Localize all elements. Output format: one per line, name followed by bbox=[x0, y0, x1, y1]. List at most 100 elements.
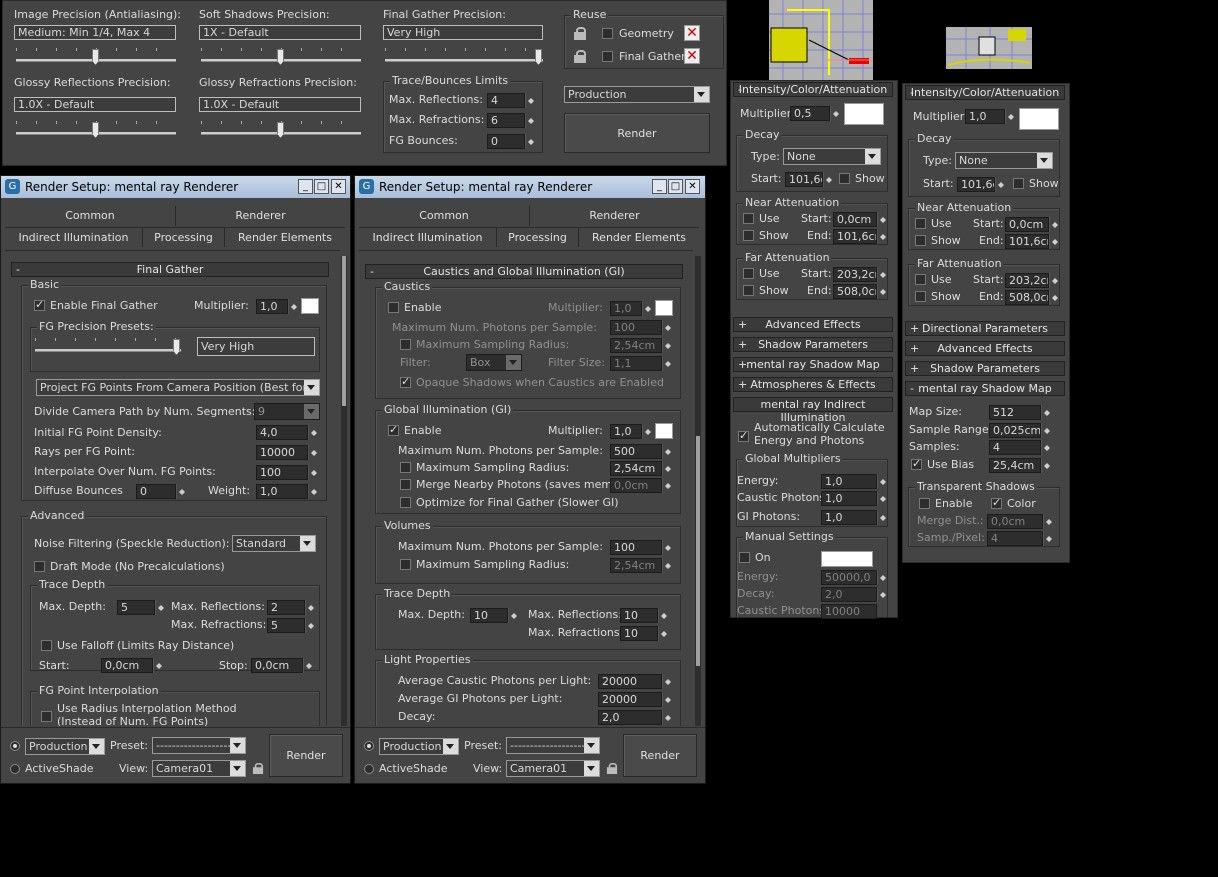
noise-filtering-dropdown[interactable]: Standard bbox=[232, 535, 316, 552]
tab-renderer[interactable]: Renderer bbox=[175, 206, 345, 226]
far-start-field[interactable]: 203,2cm bbox=[833, 267, 877, 282]
close-icon[interactable]: ✕ bbox=[331, 179, 346, 194]
scrollbar[interactable] bbox=[695, 256, 701, 726]
decay-start-field[interactable]: 101,6c bbox=[957, 177, 995, 192]
production-dropdown[interactable]: Production bbox=[379, 738, 459, 755]
intensity-rollout-header[interactable]: - Intensity/Color/Attenuation bbox=[905, 85, 1065, 100]
max-reflections-field[interactable]: 10 bbox=[620, 608, 658, 623]
falloff-start-field[interactable]: 0,0cm bbox=[101, 658, 153, 673]
production-dropdown[interactable]: Production bbox=[25, 738, 105, 755]
transparent-enable-checkbox[interactable] bbox=[919, 498, 930, 509]
tab-indirect-illumination[interactable]: Indirect Illumination bbox=[359, 227, 496, 247]
preset-dropdown[interactable]: ------------------- bbox=[506, 737, 600, 754]
glossy-reflections-field[interactable]: 1.0X - Default bbox=[14, 97, 176, 112]
caustics-color-swatch[interactable] bbox=[655, 300, 673, 316]
merge-photons-checkbox[interactable] bbox=[400, 479, 411, 490]
final-gather-reuse-checkbox[interactable] bbox=[602, 51, 613, 62]
gi-color-swatch[interactable] bbox=[655, 423, 673, 439]
geometry-checkbox[interactable] bbox=[602, 28, 613, 39]
vol-max-radius-field[interactable]: 2,54cm bbox=[610, 558, 662, 573]
close-icon[interactable]: ✕ bbox=[685, 179, 700, 194]
multiplier-field[interactable]: 1,0 bbox=[965, 109, 1005, 124]
fg-presets-field[interactable]: Very High bbox=[197, 337, 315, 356]
near-use-checkbox[interactable] bbox=[915, 218, 926, 229]
use-bias-field[interactable]: 25,4cm bbox=[989, 458, 1041, 473]
radius-interpolation-checkbox[interactable] bbox=[41, 711, 52, 722]
near-end-field[interactable]: 101,6cm bbox=[833, 229, 877, 244]
draft-mode-checkbox[interactable] bbox=[34, 561, 45, 572]
render-button[interactable]: Render bbox=[623, 734, 697, 777]
diffuse-bounces-field[interactable]: 0 bbox=[136, 484, 176, 499]
gi-enable-checkbox[interactable] bbox=[388, 423, 399, 436]
vol-max-radius-checkbox[interactable] bbox=[400, 559, 411, 570]
max-depth-field[interactable]: 10 bbox=[470, 608, 508, 623]
directional-parameters-rollout[interactable]: + Directional Parameters bbox=[905, 321, 1065, 336]
project-fg-dropdown[interactable]: Project FG Points From Camera Position (… bbox=[36, 379, 320, 396]
far-end-field[interactable]: 508,0cm bbox=[833, 284, 877, 299]
production-radio[interactable] bbox=[10, 741, 20, 751]
decay-start-field[interactable]: 101,6c bbox=[785, 172, 823, 187]
soft-shadows-slider[interactable] bbox=[201, 45, 361, 65]
tab-common[interactable]: Common bbox=[359, 206, 529, 226]
map-size-field[interactable]: 512 bbox=[989, 405, 1041, 420]
far-show-checkbox[interactable] bbox=[743, 285, 754, 296]
view-dropdown[interactable]: Camera01 bbox=[506, 760, 600, 777]
light-color-swatch[interactable] bbox=[844, 103, 884, 125]
manual-energy-field[interactable]: 50000,0 bbox=[821, 570, 877, 585]
glossy-reflections-slider[interactable] bbox=[16, 118, 176, 138]
auto-calculate-checkbox[interactable] bbox=[738, 429, 749, 442]
fg-presets-slider[interactable] bbox=[35, 335, 181, 355]
render-button[interactable]: Render bbox=[269, 734, 343, 777]
maximize-icon[interactable]: □ bbox=[668, 179, 683, 194]
activeshade-radio[interactable] bbox=[10, 764, 20, 774]
initial-density-field[interactable]: 4,0 bbox=[256, 425, 308, 440]
caustics-max-radius-field[interactable]: 2,54cm bbox=[610, 338, 662, 353]
glossy-refractions-field[interactable]: 1.0X - Default bbox=[199, 97, 361, 112]
caustic-photons-field[interactable]: 1,0 bbox=[821, 491, 877, 506]
decay-field[interactable]: 2,0 bbox=[598, 710, 662, 725]
caustics-max-radius-checkbox[interactable] bbox=[400, 339, 411, 350]
clear-geometry-cache-icon[interactable]: ✕ bbox=[684, 25, 700, 41]
scrollbar[interactable] bbox=[341, 256, 347, 726]
gi-max-radius-field[interactable]: 2,54cm bbox=[610, 461, 662, 476]
far-end-field[interactable]: 508,0cm bbox=[1005, 290, 1049, 305]
near-show-checkbox[interactable] bbox=[743, 230, 754, 241]
max-depth-field[interactable]: 5 bbox=[117, 600, 155, 615]
max-refractions-field[interactable]: 10 bbox=[620, 626, 658, 641]
use-bias-checkbox[interactable] bbox=[911, 457, 922, 470]
merge-dist-field[interactable]: 0,0cm bbox=[987, 514, 1043, 529]
tab-processing[interactable]: Processing bbox=[142, 227, 224, 247]
caustics-enable-checkbox[interactable] bbox=[388, 302, 399, 313]
activeshade-radio[interactable] bbox=[364, 764, 374, 774]
manual-decay-field[interactable]: 2,0 bbox=[821, 587, 877, 602]
filter-dropdown[interactable]: Box bbox=[466, 354, 522, 371]
mental-ray-shadow-map-rollout[interactable]: - mental ray Shadow Map bbox=[905, 381, 1065, 396]
opaque-shadows-checkbox[interactable] bbox=[400, 375, 411, 388]
fg-multiplier-field[interactable]: 1,0 bbox=[256, 299, 288, 314]
tab-common[interactable]: Common bbox=[5, 206, 175, 226]
gi-photons-field[interactable]: 1,0 bbox=[821, 510, 877, 525]
caustics-gi-rollout-header[interactable]: - Caustics and Global Illumination (GI) bbox=[365, 264, 683, 279]
tab-render-elements[interactable]: Render Elements bbox=[578, 227, 699, 247]
max-refractions-field[interactable]: 6 bbox=[487, 113, 525, 128]
max-reflections-field[interactable]: 2 bbox=[267, 600, 305, 615]
far-start-field[interactable]: 203,2cm bbox=[1005, 273, 1049, 288]
near-start-field[interactable]: 0,0cm bbox=[1005, 217, 1049, 232]
near-use-checkbox[interactable] bbox=[743, 213, 754, 224]
advanced-effects-rollout[interactable]: + Advanced Effects bbox=[905, 341, 1065, 356]
gi-max-radius-checkbox[interactable] bbox=[400, 462, 411, 473]
glossy-refractions-slider[interactable] bbox=[201, 118, 361, 138]
multiplier-field[interactable]: 0,5 bbox=[790, 106, 830, 121]
image-precision-field[interactable]: Medium: Min 1/4, Max 4 bbox=[14, 25, 176, 40]
vol-max-photons-field[interactable]: 100 bbox=[610, 540, 662, 555]
manual-color-swatch[interactable] bbox=[821, 551, 873, 567]
weight-field[interactable]: 1,0 bbox=[256, 484, 308, 499]
shadow-parameters-rollout[interactable]: + Shadow Parameters bbox=[733, 337, 893, 352]
avg-caustic-field[interactable]: 20000 bbox=[598, 674, 662, 689]
intensity-rollout-header[interactable]: - Intensity/Color/Attenuation bbox=[733, 82, 893, 97]
optimize-fg-checkbox[interactable] bbox=[400, 497, 411, 508]
divide-camera-path-dropdown[interactable]: 9 bbox=[254, 403, 320, 420]
fg-color-swatch[interactable] bbox=[301, 298, 319, 314]
indirect-illumination-rollout[interactable]: mental ray Indirect Illumination bbox=[733, 397, 893, 424]
near-end-field[interactable]: 101,6cm bbox=[1005, 234, 1049, 249]
